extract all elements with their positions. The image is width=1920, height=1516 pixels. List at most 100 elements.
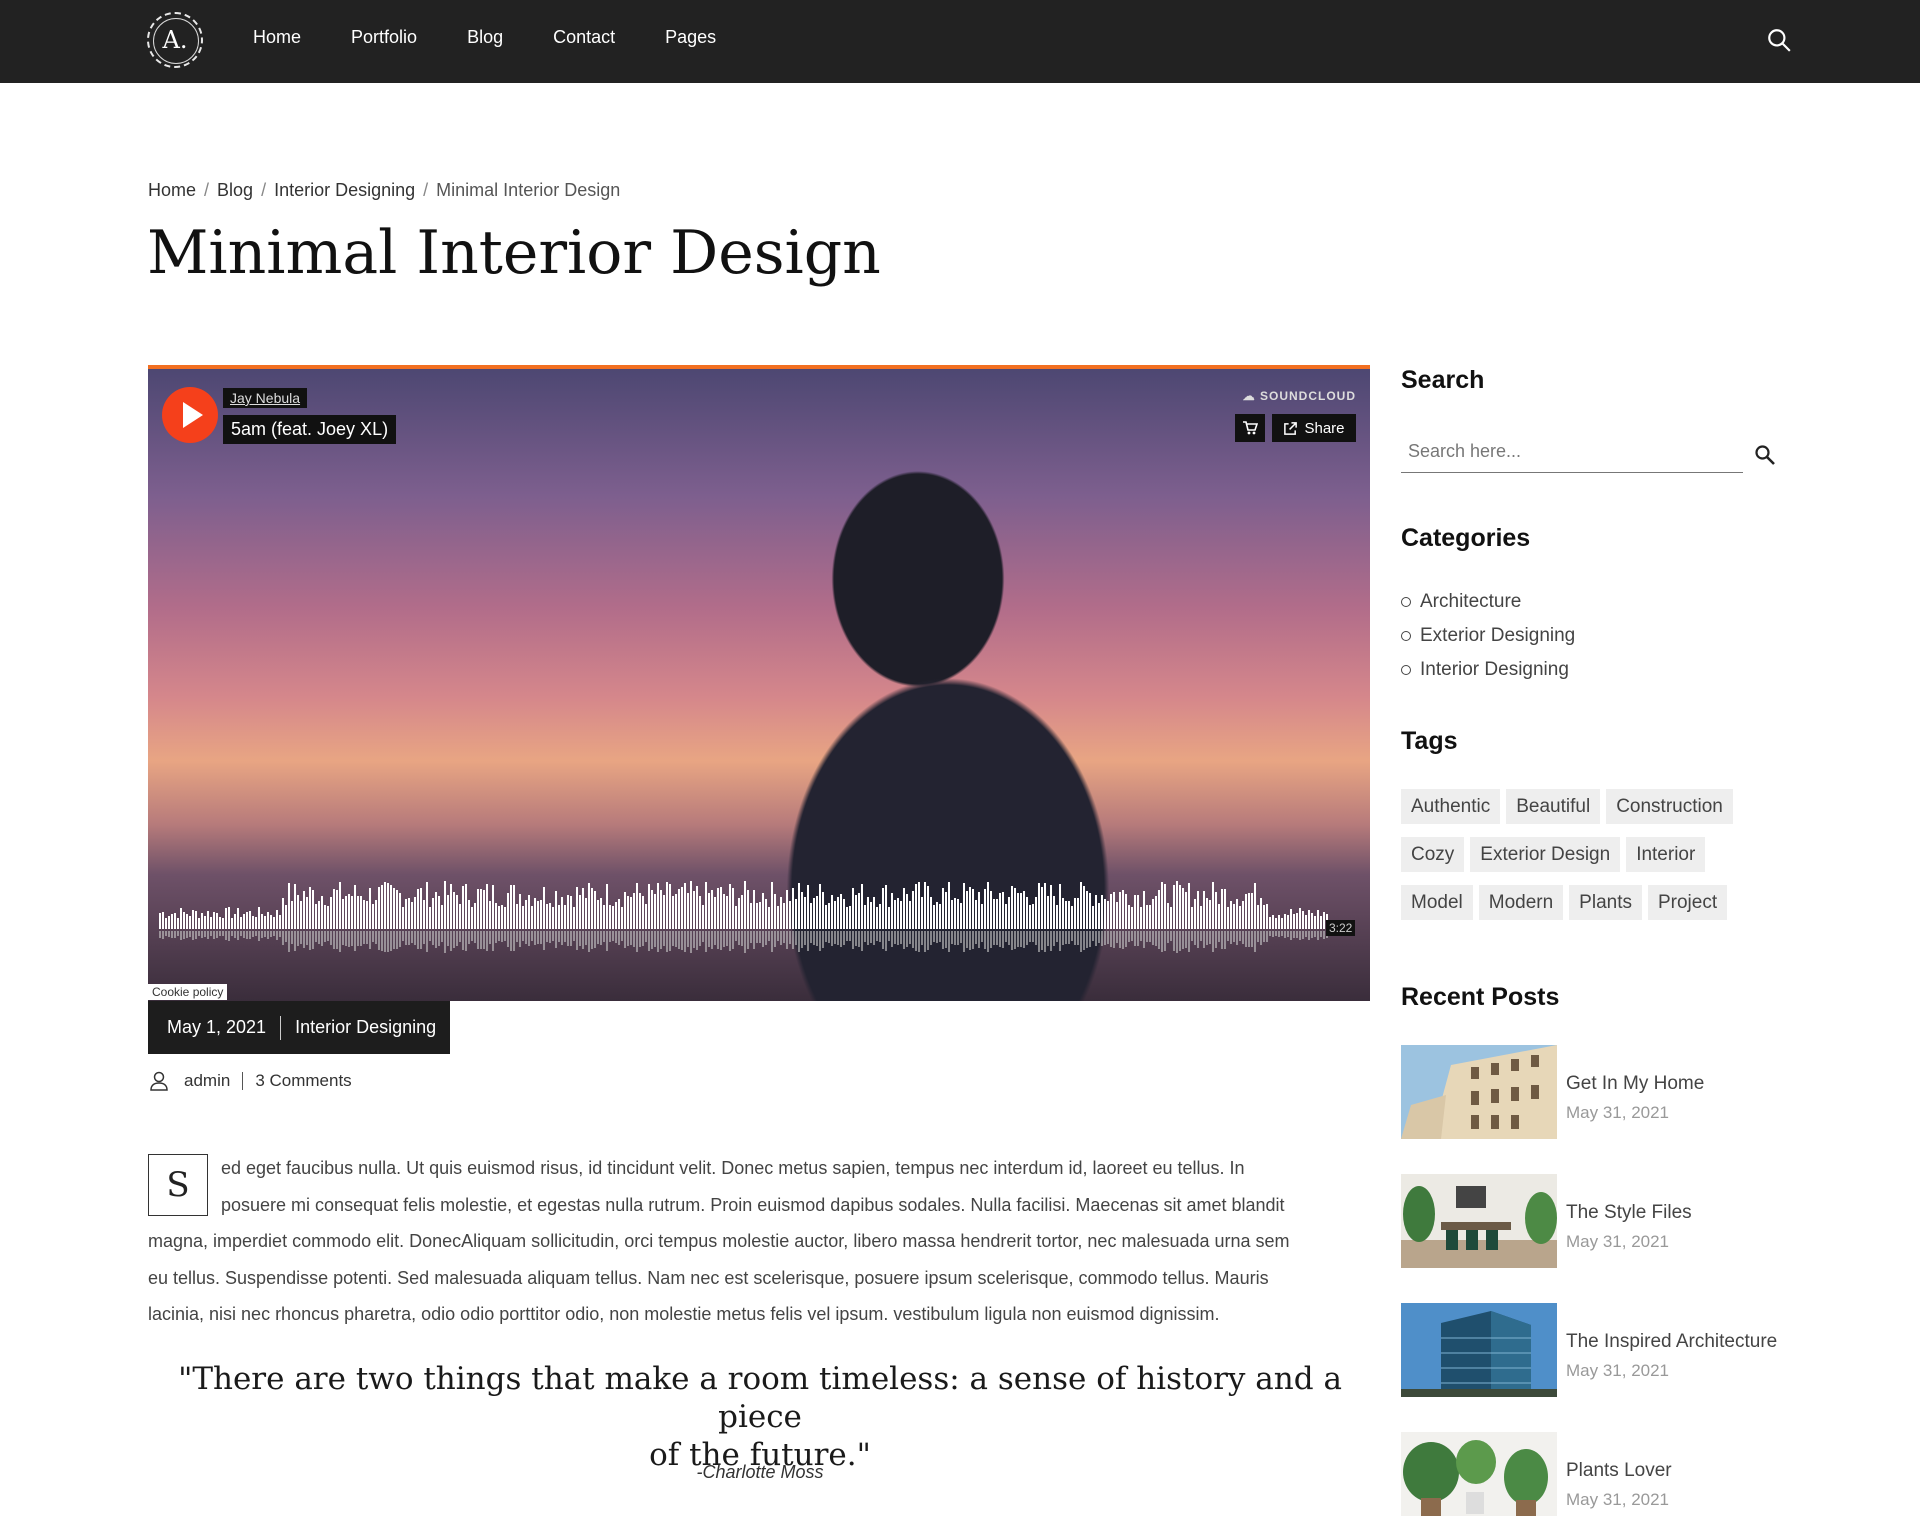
tag[interactable]: Authentic xyxy=(1401,789,1501,824)
tag[interactable]: Cozy xyxy=(1401,837,1465,872)
waveform-reflection xyxy=(1284,931,1286,938)
post-thumbnail[interactable] xyxy=(1401,1174,1557,1268)
recent-post-title[interactable]: Get In My Home xyxy=(1566,1073,1704,1095)
waveform-bar xyxy=(393,888,395,929)
category-item[interactable]: Architecture xyxy=(1401,585,1575,619)
tag[interactable]: Exterior Design xyxy=(1470,837,1621,872)
waveform[interactable] xyxy=(159,869,1329,979)
tag[interactable]: Interior xyxy=(1626,837,1706,872)
recent-posts-heading: Recent Posts xyxy=(1401,983,1560,1011)
waveform-reflection xyxy=(285,931,287,942)
nav-blog[interactable]: Blog xyxy=(467,27,503,48)
waveform-bar xyxy=(288,883,290,929)
waveform-reflection xyxy=(1239,931,1241,941)
nav-portfolio[interactable]: Portfolio xyxy=(351,27,417,48)
waveform-bar xyxy=(876,907,878,929)
waveform-reflection xyxy=(678,931,680,949)
waveform-reflection xyxy=(1044,931,1046,952)
breadcrumb-blog[interactable]: Blog xyxy=(217,180,253,201)
post-thumbnail[interactable] xyxy=(1401,1432,1557,1516)
post-author[interactable]: admin xyxy=(184,1071,230,1091)
waveform-bar xyxy=(612,906,614,929)
recent-post-title[interactable]: The Inspired Architecture xyxy=(1566,1331,1777,1353)
recent-post-item[interactable]: The Inspired Architecture May 31, 2021 xyxy=(1401,1303,1841,1397)
waveform-reflection xyxy=(1005,931,1007,942)
post-thumbnail[interactable] xyxy=(1401,1045,1557,1139)
nav-home[interactable]: Home xyxy=(253,27,301,48)
waveform-bar xyxy=(1101,895,1103,929)
search-icon[interactable] xyxy=(1766,27,1792,53)
waveform-reflection xyxy=(1281,931,1283,936)
play-button[interactable] xyxy=(162,387,218,443)
category-item[interactable]: Exterior Designing xyxy=(1401,619,1575,653)
waveform-bar xyxy=(810,903,812,929)
nav-contact[interactable]: Contact xyxy=(553,27,615,48)
breadcrumb-home[interactable]: Home xyxy=(148,180,196,201)
recent-post-item[interactable]: Get In My Home May 31, 2021 xyxy=(1401,1045,1841,1139)
waveform-reflection xyxy=(858,931,860,947)
tag[interactable]: Plants xyxy=(1569,885,1642,920)
artist-link[interactable]: Jay Nebula xyxy=(223,388,308,408)
waveform-bar xyxy=(1293,914,1295,929)
post-date: May 1, 2021 xyxy=(167,1017,267,1037)
waveform-reflection xyxy=(432,931,434,945)
waveform-bar xyxy=(1107,901,1109,929)
waveform-bar xyxy=(1212,882,1214,929)
buy-button[interactable] xyxy=(1235,414,1265,442)
waveform-bar xyxy=(927,886,929,929)
waveform-bar xyxy=(360,896,362,929)
quote-line: "There are two things that make a room t… xyxy=(178,1361,1342,1435)
sidebar-search-input[interactable] xyxy=(1401,430,1743,473)
track-title[interactable]: 5am (feat. Joey XL) xyxy=(223,415,397,444)
post-category[interactable]: Interior Designing xyxy=(295,1017,436,1038)
share-button[interactable]: Share xyxy=(1272,414,1356,442)
recent-post-title[interactable]: The Style Files xyxy=(1566,1202,1692,1224)
waveform-bar xyxy=(246,912,248,929)
nav-pages[interactable]: Pages xyxy=(665,27,716,48)
waveform-reflection xyxy=(1149,931,1151,942)
tag[interactable]: Construction xyxy=(1606,789,1733,824)
post-thumbnail[interactable] xyxy=(1401,1303,1557,1397)
recent-post-item[interactable]: Plants Lover May 31, 2021 xyxy=(1401,1432,1841,1516)
waveform-bar xyxy=(1266,904,1268,929)
site-logo[interactable]: A. xyxy=(147,12,203,68)
waveform-reflection xyxy=(888,931,890,941)
category-label: Architecture xyxy=(1420,591,1522,612)
cookie-policy-link[interactable]: Cookie policy xyxy=(148,984,228,1000)
waveform-reflection xyxy=(876,931,878,941)
waveform-bar xyxy=(1167,903,1169,929)
waveform-reflection xyxy=(396,931,398,949)
tag[interactable]: Beautiful xyxy=(1506,789,1601,824)
recent-post-item[interactable]: The Style Files May 31, 2021 xyxy=(1401,1174,1841,1268)
post-comments-link[interactable]: 3 Comments xyxy=(255,1071,351,1091)
waveform-reflection xyxy=(378,931,380,950)
waveform-bar xyxy=(342,899,344,929)
category-item[interactable]: Interior Designing xyxy=(1401,653,1575,687)
waveform-reflection xyxy=(1263,931,1265,942)
waveform-reflection xyxy=(1272,931,1274,937)
waveform-reflection xyxy=(1266,931,1268,942)
search-icon[interactable] xyxy=(1753,443,1777,467)
waveform-reflection xyxy=(222,931,224,936)
waveform-reflection xyxy=(1299,931,1301,940)
waveform-reflection xyxy=(207,931,209,939)
tag[interactable]: Model xyxy=(1401,885,1473,920)
waveform-bar xyxy=(204,916,206,929)
waveform-bar xyxy=(561,897,563,929)
soundcloud-logo[interactable]: SOUNDCLOUD xyxy=(1243,389,1356,403)
waveform-reflection xyxy=(1020,931,1022,947)
waveform-reflection xyxy=(273,931,275,936)
waveform-bar xyxy=(318,901,320,929)
waveform-bar xyxy=(996,899,998,929)
recent-post-title[interactable]: Plants Lover xyxy=(1566,1460,1672,1482)
waveform-bar xyxy=(180,908,182,929)
waveform-reflection xyxy=(1170,931,1172,941)
breadcrumb-category[interactable]: Interior Designing xyxy=(274,180,415,201)
waveform-reflection xyxy=(384,931,386,952)
tag[interactable]: Modern xyxy=(1478,885,1564,920)
waveform-reflection xyxy=(705,931,707,952)
waveform-reflection xyxy=(576,931,578,950)
tag[interactable]: Project xyxy=(1647,885,1728,920)
soundcloud-player: Jay Nebula 5am (feat. Joey XL) SOUNDCLOU… xyxy=(148,365,1370,1001)
waveform-bar xyxy=(1248,893,1250,929)
